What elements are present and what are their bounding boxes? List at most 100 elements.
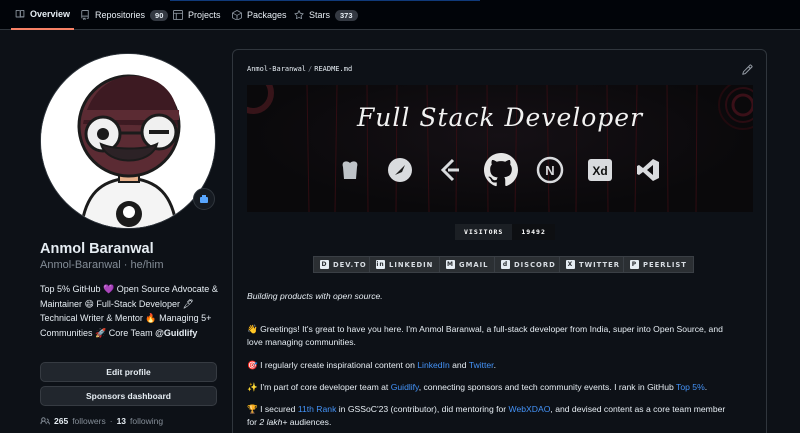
devto-icon: D xyxy=(320,260,329,269)
readme-tagline: Building products with open source. xyxy=(247,291,383,301)
social-devto[interactable]: D DEV.TO xyxy=(313,256,374,273)
social-label: DISCORD xyxy=(514,260,556,269)
text: ✨ I'm part of core developer team at xyxy=(247,382,391,392)
tab-packages-label: Packages xyxy=(247,10,287,20)
svg-text:N: N xyxy=(545,163,554,178)
social-discord[interactable]: d DISCORD xyxy=(494,256,563,273)
status-emoji-icon xyxy=(200,195,208,203)
x-icon: X xyxy=(566,260,575,269)
svg-text:Xd: Xd xyxy=(592,164,607,178)
text: and xyxy=(449,360,469,370)
swift-icon xyxy=(385,155,415,185)
text: audiences. xyxy=(287,417,332,427)
tab-overview[interactable]: Overview xyxy=(11,0,75,30)
readme-path: Anmol-Baranwal / README.md xyxy=(247,65,352,73)
text: . xyxy=(493,360,496,370)
tab-projects[interactable]: Projects xyxy=(173,0,221,30)
readme-owner-link[interactable]: Anmol-Baranwal xyxy=(247,65,306,73)
social-label: TWITTER xyxy=(579,260,620,269)
readme-core-line: ✨ I'm part of core developer team at Gui… xyxy=(247,381,737,394)
linkedin-link[interactable]: LinkedIn xyxy=(417,360,450,370)
gmail-icon: M xyxy=(446,260,455,269)
readme-file-link[interactable]: README.md xyxy=(314,65,352,73)
purple-heart-icon: 💜 xyxy=(103,284,115,294)
stars-counter: 373 xyxy=(335,9,358,21)
sponsors-dashboard-button[interactable]: Sponsors dashboard xyxy=(40,386,217,406)
top5-link[interactable]: Top 5% xyxy=(676,382,705,392)
pencil-icon: 🖋 xyxy=(182,298,194,309)
social-label: DEV.TO xyxy=(333,260,367,269)
readme-banner: Full Stack Developer N Xd xyxy=(247,85,753,212)
text: . xyxy=(704,382,708,392)
social-gmail[interactable]: M GMAIL xyxy=(439,256,496,273)
tab-stars-label: Stars xyxy=(309,10,331,20)
social-label: PEERLIST xyxy=(643,260,687,269)
profile-tabs: Overview Repositories 90 Projects Packag… xyxy=(0,0,800,30)
followers-label[interactable]: followers xyxy=(72,416,106,426)
twitter-link[interactable]: Twitter xyxy=(469,360,494,370)
social-twitter[interactable]: X TWITTER xyxy=(559,256,627,273)
fire-icon: 🔥 xyxy=(145,313,157,324)
bio-text: Core Team xyxy=(106,327,156,338)
avatar[interactable] xyxy=(40,53,216,229)
people-icon xyxy=(40,417,50,425)
bio-text: Full-Stack Developer xyxy=(93,298,183,309)
followers-count[interactable]: 265 xyxy=(54,416,68,426)
following-count[interactable]: 13 xyxy=(117,416,126,426)
edit-profile-button[interactable]: Edit profile xyxy=(40,362,217,382)
pencil-edit-icon[interactable] xyxy=(742,64,753,75)
tab-overview-label: Overview xyxy=(30,9,71,19)
dot-separator: · xyxy=(109,416,113,426)
text-emphasis: 2 lakh+ xyxy=(259,417,288,427)
star-icon xyxy=(294,10,304,19)
banner-title: Full Stack Developer xyxy=(356,103,644,132)
text: 🏆 I secured xyxy=(247,404,298,414)
tech-icons-row: N Xd xyxy=(335,152,665,191)
leetcode-icon xyxy=(435,155,465,185)
github-icon xyxy=(483,152,519,188)
tab-projects-label: Projects xyxy=(188,10,221,20)
readme-content-line: 🎯 I regularly create inspirational conte… xyxy=(247,359,737,372)
text: in GSSoC'23 (contributor), did mentoring… xyxy=(336,404,509,414)
social-peerlist[interactable]: P PEERLIST xyxy=(623,256,694,273)
readme-card: Anmol-Baranwal / README.md Full Stack Deve… xyxy=(232,49,767,433)
tab-repositories[interactable]: Repositories 90 xyxy=(80,0,169,30)
chef-icon xyxy=(335,155,365,185)
bio-text: Top 5% GitHub xyxy=(40,284,104,294)
org-mention[interactable]: @Guidlify xyxy=(155,328,197,338)
vscode-icon xyxy=(633,155,663,185)
table-icon xyxy=(173,10,183,20)
book-icon xyxy=(15,9,25,18)
status-badge[interactable] xyxy=(193,188,215,210)
social-label: LINKEDIN xyxy=(389,260,434,269)
nextjs-icon: N xyxy=(535,155,565,185)
peerlist-icon: P xyxy=(630,260,639,269)
readme-gssoc-line: 🏆 I secured 11th Rank in GSSoC'23 (contr… xyxy=(247,403,737,429)
tab-packages[interactable]: Packages xyxy=(232,0,287,30)
following-label[interactable]: following xyxy=(130,416,163,426)
profile-bio: Top 5% GitHub 💜 Open Source Advocate & M… xyxy=(40,282,220,340)
social-linkedin[interactable]: in LINKEDIN xyxy=(369,256,441,273)
tab-stars[interactable]: Stars 373 xyxy=(294,0,358,30)
package-icon xyxy=(232,10,242,20)
rank-link[interactable]: 11th Rank xyxy=(298,404,337,414)
bio-text: Technical Writer & Mentor xyxy=(40,313,146,324)
webxdao-link[interactable]: WebXDAO xyxy=(509,404,551,414)
follow-stats: 265 followers · 13 following xyxy=(40,416,163,426)
avatar-illustration xyxy=(41,54,215,228)
rocket-icon: 🚀 xyxy=(95,327,107,338)
profile-login: Anmol-Baranwal · he/him xyxy=(40,259,164,271)
visitors-label: VISITORS xyxy=(455,224,513,240)
xd-icon: Xd xyxy=(585,155,615,185)
profile-name: Anmol Baranwal xyxy=(40,241,154,257)
visitors-badge: VISITORS 19492 xyxy=(455,224,555,240)
visitors-count: 19492 xyxy=(512,224,555,240)
readme-greeting: 👋 Greetings! It's great to have you here… xyxy=(247,324,723,347)
linkedin-icon: in xyxy=(376,260,385,269)
text: 🎯 I regularly create inspirational conte… xyxy=(247,360,418,370)
smile-icon: 😄 xyxy=(84,298,94,309)
text: , connecting sponsors and tech community… xyxy=(418,382,677,392)
discord-icon: d xyxy=(501,260,510,269)
repo-icon xyxy=(81,10,89,20)
guidlify-link[interactable]: Guidlify xyxy=(391,382,419,392)
